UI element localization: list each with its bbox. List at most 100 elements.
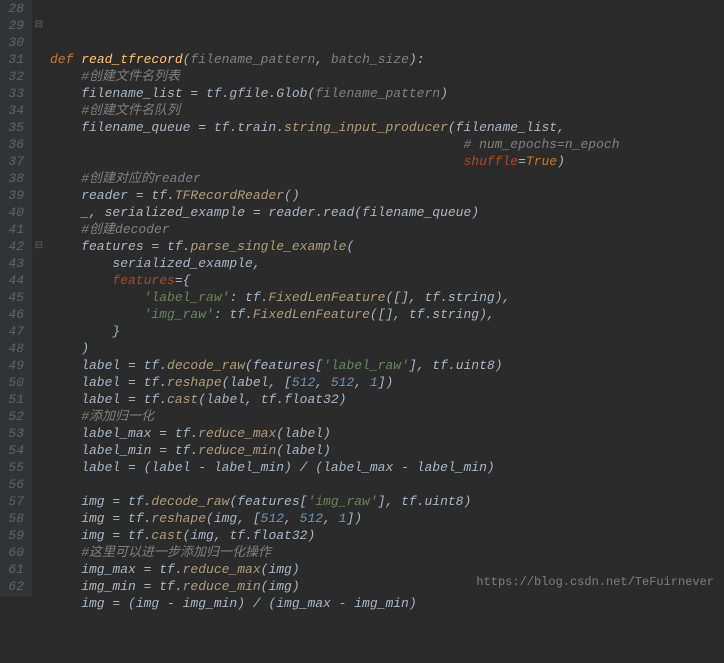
- fold-toggle: [32, 34, 46, 51]
- code-line[interactable]: filename_list = tf.gfile.Glob(filename_p…: [50, 85, 724, 102]
- code-line[interactable]: #创建文件名队列: [50, 102, 724, 119]
- code-line[interactable]: [50, 612, 724, 629]
- line-number: 49: [6, 357, 24, 374]
- code-editor[interactable]: 2829303132333435363738394041424344454647…: [0, 0, 724, 597]
- line-number: 47: [6, 323, 24, 340]
- fold-toggle: [32, 527, 46, 544]
- code-line[interactable]: shuffle=True): [50, 153, 724, 170]
- code-line[interactable]: _, serialized_example = reader.read(file…: [50, 204, 724, 221]
- code-line[interactable]: ): [50, 340, 724, 357]
- line-number: 35: [6, 119, 24, 136]
- line-number: 36: [6, 136, 24, 153]
- code-area[interactable]: def read_tfrecord(filename_pattern, batc…: [46, 0, 724, 597]
- watermark: https://blog.csdn.net/TeFuirnever: [476, 574, 714, 591]
- line-number-gutter: 2829303132333435363738394041424344454647…: [0, 0, 32, 597]
- fold-toggle: [32, 408, 46, 425]
- fold-toggle: [32, 306, 46, 323]
- line-number: 61: [6, 561, 24, 578]
- fold-toggle: [32, 561, 46, 578]
- fold-toggle: [32, 425, 46, 442]
- fold-toggle: [32, 51, 46, 68]
- code-line[interactable]: #创建decoder: [50, 221, 724, 238]
- line-number: 38: [6, 170, 24, 187]
- fold-toggle: [32, 578, 46, 595]
- code-line[interactable]: # num_epochs=n_epoch: [50, 136, 724, 153]
- line-number: 60: [6, 544, 24, 561]
- code-line[interactable]: }: [50, 323, 724, 340]
- fold-toggle: [32, 374, 46, 391]
- fold-toggle: [32, 272, 46, 289]
- fold-toggle: [32, 0, 46, 17]
- line-number: 50: [6, 374, 24, 391]
- code-line[interactable]: 'img_raw': tf.FixedLenFeature([], tf.str…: [50, 306, 724, 323]
- fold-toggle: [32, 289, 46, 306]
- code-line[interactable]: #添加归一化: [50, 408, 724, 425]
- code-line[interactable]: img = tf.decode_raw(features['img_raw'],…: [50, 493, 724, 510]
- line-number: 58: [6, 510, 24, 527]
- line-number: 46: [6, 306, 24, 323]
- fold-toggle: [32, 187, 46, 204]
- fold-toggle: [32, 510, 46, 527]
- fold-toggle: [32, 493, 46, 510]
- line-number: 54: [6, 442, 24, 459]
- fold-toggle: [32, 476, 46, 493]
- fold-toggle: [32, 357, 46, 374]
- code-line[interactable]: features={: [50, 272, 724, 289]
- code-line[interactable]: 'label_raw': tf.FixedLenFeature([], tf.s…: [50, 289, 724, 306]
- fold-toggle: [32, 68, 46, 85]
- fold-toggle: [32, 85, 46, 102]
- code-line[interactable]: serialized_example,: [50, 255, 724, 272]
- code-line[interactable]: #创建文件名列表: [50, 68, 724, 85]
- line-number: 45: [6, 289, 24, 306]
- fold-toggle: [32, 102, 46, 119]
- code-line[interactable]: label = tf.cast(label, tf.float32): [50, 391, 724, 408]
- line-number: 41: [6, 221, 24, 238]
- fold-toggle[interactable]: ⊟: [32, 238, 46, 255]
- fold-toggle: [32, 323, 46, 340]
- line-number: 42: [6, 238, 24, 255]
- line-number: 62: [6, 578, 24, 595]
- line-number: 32: [6, 68, 24, 85]
- code-line[interactable]: filename_queue = tf.train.string_input_p…: [50, 119, 724, 136]
- line-number: 30: [6, 34, 24, 51]
- code-line[interactable]: [50, 476, 724, 493]
- fold-toggle: [32, 442, 46, 459]
- fold-toggle: [32, 340, 46, 357]
- line-number: 55: [6, 459, 24, 476]
- code-line[interactable]: reader = tf.TFRecordReader(): [50, 187, 724, 204]
- line-number: 53: [6, 425, 24, 442]
- fold-toggle: [32, 119, 46, 136]
- line-number: 31: [6, 51, 24, 68]
- line-number: 29: [6, 17, 24, 34]
- line-number: 40: [6, 204, 24, 221]
- code-line[interactable]: def read_tfrecord(filename_pattern, batc…: [50, 51, 724, 68]
- line-number: 33: [6, 85, 24, 102]
- line-number: 37: [6, 153, 24, 170]
- fold-toggle: [32, 170, 46, 187]
- code-line[interactable]: #创建对应的reader: [50, 170, 724, 187]
- line-number: 34: [6, 102, 24, 119]
- code-line[interactable]: label_min = tf.reduce_min(label): [50, 442, 724, 459]
- code-line[interactable]: label = tf.decode_raw(features['label_ra…: [50, 357, 724, 374]
- fold-toggle: [32, 544, 46, 561]
- code-line[interactable]: img = tf.reshape(img, [512, 512, 1]): [50, 510, 724, 527]
- code-line[interactable]: [50, 34, 724, 51]
- line-number: 28: [6, 0, 24, 17]
- code-line[interactable]: label_max = tf.reduce_max(label): [50, 425, 724, 442]
- fold-toggle[interactable]: ⊟: [32, 17, 46, 34]
- code-line[interactable]: img = (img - img_min) / (img_max - img_m…: [50, 595, 724, 612]
- code-line[interactable]: features = tf.parse_single_example(: [50, 238, 724, 255]
- fold-toggle: [32, 153, 46, 170]
- code-line[interactable]: label = tf.reshape(label, [512, 512, 1]): [50, 374, 724, 391]
- fold-toggle: [32, 255, 46, 272]
- line-number: 43: [6, 255, 24, 272]
- fold-gutter[interactable]: ⊟⊟: [32, 0, 46, 597]
- line-number: 56: [6, 476, 24, 493]
- code-line[interactable]: #这里可以进一步添加归一化操作: [50, 544, 724, 561]
- code-line[interactable]: img = tf.cast(img, tf.float32): [50, 527, 724, 544]
- fold-toggle: [32, 391, 46, 408]
- code-line[interactable]: label = (label - label_min) / (label_max…: [50, 459, 724, 476]
- line-number: 59: [6, 527, 24, 544]
- fold-toggle: [32, 221, 46, 238]
- fold-toggle: [32, 459, 46, 476]
